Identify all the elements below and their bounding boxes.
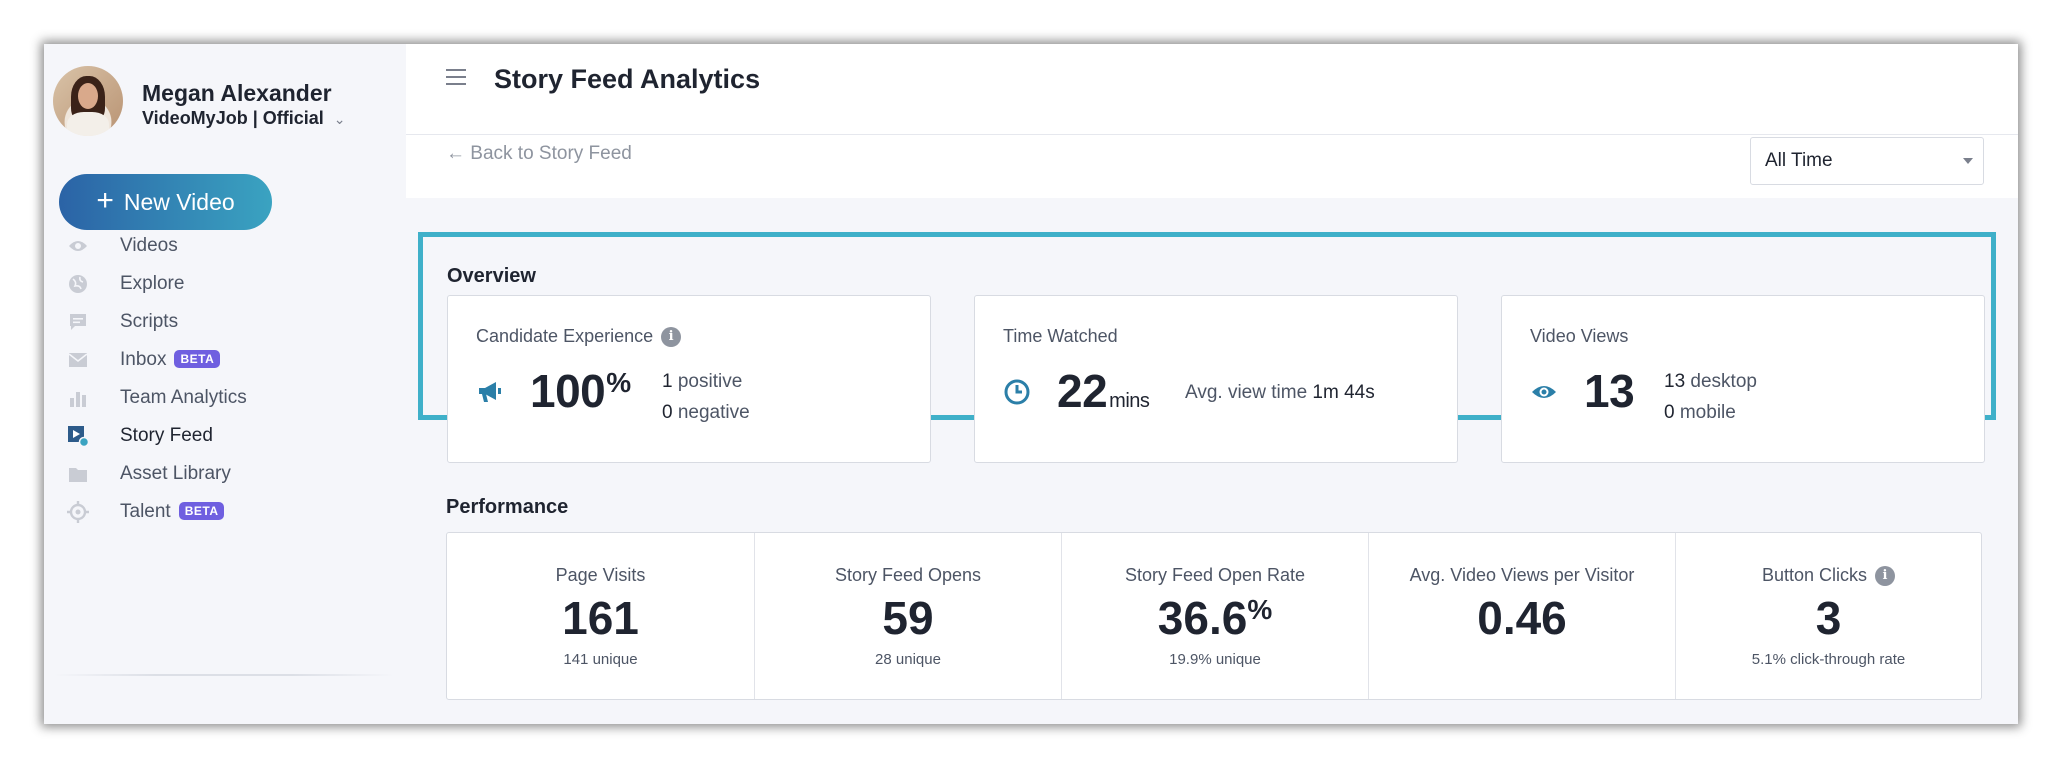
caret-down-icon: [1963, 158, 1973, 164]
megaphone-icon: [479, 382, 501, 402]
bar-chart-icon: [66, 386, 90, 410]
sidebar-item-label: Talent BETA: [120, 501, 225, 523]
mobile-count-row: 0 mobile: [1664, 402, 1736, 423]
time-range-select[interactable]: All Time: [1750, 137, 1984, 185]
device-breakdown: 13 desktop 0 mobile: [1664, 366, 1757, 428]
avatar-shirt: [67, 112, 109, 136]
story-feed-icon: [66, 424, 90, 448]
folder-icon: [66, 462, 90, 486]
desktop-count-row: 13 desktop: [1664, 371, 1757, 392]
metric-value: 36.6%: [1157, 592, 1273, 644]
performance-section: Page Visits 161 141 unique Story Feed Op…: [446, 532, 1982, 700]
sidebar-item-label: Inbox BETA: [120, 349, 221, 371]
metric-button-clicks: Button Clicks i 3 5.1% click-through rat…: [1675, 533, 1981, 699]
metric-value: 161: [562, 592, 639, 644]
time-watched-label: Time Watched: [1003, 326, 1118, 346]
sidebar: Megan Alexander VideoMyJob | Official ⌄ …: [44, 44, 406, 724]
candidate-experience-value: 100%: [530, 365, 631, 417]
metric-sub: 141 unique: [563, 651, 638, 668]
overview-section: Overview Candidate Experience i 100% 1 p…: [418, 232, 1996, 463]
back-to-story-feed-link[interactable]: ← Back to Story Feed: [446, 143, 632, 165]
org-name: VideoMyJob | Official: [142, 108, 324, 128]
time-watched-value: 22 mins: [1057, 365, 1150, 417]
metric-story-feed-open-rate: Story Feed Open Rate 36.6% 19.9% unique: [1061, 533, 1368, 699]
filter-bar: ← Back to Story Feed All Time: [406, 135, 2018, 198]
page-title: Story Feed Analytics: [494, 64, 761, 94]
metric-label: Page Visits: [555, 565, 646, 585]
sidebar-item-label: Team Analytics: [120, 387, 247, 408]
info-icon[interactable]: i: [1875, 565, 1896, 586]
sidebar-item-label: Asset Library: [120, 463, 231, 484]
clock-icon: [1004, 379, 1030, 405]
sidebar-item-label: Story Feed: [120, 425, 213, 446]
overview-title: Overview: [447, 265, 536, 287]
metric-value: 0.46: [1477, 592, 1567, 644]
metric-story-feed-opens: Story Feed Opens 59 28 unique: [754, 533, 1061, 699]
metric-avg-video-views-per-visitor: Avg. Video Views per Visitor 0.46: [1368, 533, 1675, 699]
top-bar: Story Feed Analytics: [406, 44, 2018, 135]
avatar[interactable]: [53, 66, 123, 136]
sidebar-item-label: Videos: [120, 235, 178, 256]
sentiment-breakdown: 1 positive 0 negative: [662, 366, 750, 428]
metric-sub: 28 unique: [875, 651, 941, 668]
chevron-down-icon: ⌄: [333, 111, 346, 127]
user-name: Megan Alexander: [142, 80, 332, 106]
beta-badge: BETA: [174, 350, 221, 368]
eye-icon: [1532, 386, 1556, 398]
app-window: Megan Alexander VideoMyJob | Official ⌄ …: [44, 44, 2018, 724]
sidebar-item-label: Explore: [120, 273, 185, 294]
new-video-button[interactable]: + New Video: [59, 174, 272, 230]
video-views-value: 13: [1584, 365, 1635, 417]
avatar-face: [78, 83, 98, 109]
metric-value: 59: [882, 592, 934, 644]
sidebar-item-talent[interactable]: Talent BETA: [44, 490, 374, 534]
performance-title: Performance: [446, 496, 569, 518]
mail-icon: [66, 348, 90, 372]
positive-count-row: 1 positive: [662, 371, 743, 392]
beta-badge: BETA: [178, 502, 225, 520]
candidate-experience-card: Candidate Experience i 100% 1 positive 0…: [447, 295, 931, 463]
chat-icon: [66, 310, 90, 334]
metric-label: Button Clicks i: [1676, 565, 1981, 586]
new-video-label: New Video: [123, 188, 235, 215]
info-icon[interactable]: i: [661, 326, 682, 347]
sidebar-divider: [54, 674, 394, 676]
eye-icon: [66, 234, 90, 258]
sidebar-item-label: Scripts: [120, 311, 179, 332]
metric-value: 3: [1815, 592, 1842, 644]
candidate-experience-label: Candidate Experience i: [476, 326, 682, 347]
globe-icon: [66, 272, 90, 296]
metric-label: Avg. Video Views per Visitor: [1409, 565, 1635, 585]
crosshair-icon: [66, 500, 90, 524]
time-range-value: All Time: [1765, 150, 1833, 171]
video-views-label: Video Views: [1530, 326, 1629, 346]
org-switcher[interactable]: VideoMyJob | Official ⌄: [142, 108, 345, 129]
plus-icon: +: [96, 183, 114, 217]
video-views-card: Video Views 13 13 desktop 0 mobile: [1501, 295, 1985, 463]
avg-view-time: Avg. view time 1m 44s: [1185, 382, 1375, 403]
metric-sub: 5.1% click-through rate: [1751, 651, 1906, 668]
metric-page-visits: Page Visits 161 141 unique: [447, 533, 754, 699]
negative-count-row: 0 negative: [662, 402, 750, 423]
time-watched-card: Time Watched 22 mins Avg. view time 1m 44…: [974, 295, 1458, 463]
hamburger-menu-icon[interactable]: [446, 69, 466, 85]
metric-label: Story Feed Opens: [834, 565, 982, 585]
metric-sub: 19.9% unique: [1169, 651, 1261, 668]
metric-label: Story Feed Open Rate: [1124, 565, 1306, 585]
main-content: Story Feed Analytics ← Back to Story Fee…: [406, 44, 2018, 724]
